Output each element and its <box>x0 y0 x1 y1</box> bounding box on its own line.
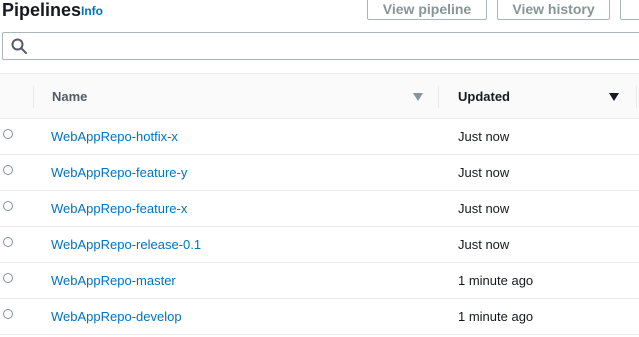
pipelines-table: Name Updated WebAppRepo-hotfix-x Just no… <box>0 73 639 335</box>
search-icon <box>11 38 27 54</box>
column-divider <box>33 86 34 108</box>
sort-caret-down-icon[interactable] <box>413 93 423 101</box>
page-title: Pipelines <box>2 0 82 20</box>
view-history-button[interactable]: View history <box>497 0 610 20</box>
table-header: Name Updated <box>0 73 639 119</box>
pipelines-page: Pipelines Info View pipeline View histor… <box>0 0 639 337</box>
pipeline-name-link[interactable]: WebAppRepo-hotfix-x <box>51 128 178 146</box>
row-select-radio[interactable] <box>3 201 13 211</box>
updated-cell: 1 minute ago <box>458 309 534 324</box>
search-bar[interactable] <box>2 32 639 60</box>
sort-caret-down-icon[interactable] <box>609 93 619 101</box>
column-divider <box>636 86 637 108</box>
pipeline-name-link[interactable]: WebAppRepo-release-0.1 <box>51 236 201 254</box>
table-row: WebAppRepo-develop 1 minute ago <box>0 299 639 335</box>
row-select-radio[interactable] <box>3 165 13 175</box>
page-header: Pipelines Info View pipeline View histor… <box>0 0 639 28</box>
column-divider <box>438 86 439 108</box>
info-link[interactable]: Info <box>81 3 103 19</box>
column-header-name[interactable]: Name <box>52 88 87 106</box>
search-input[interactable] <box>33 35 637 59</box>
pipeline-name-link[interactable]: WebAppRepo-develop <box>51 308 182 326</box>
row-select-radio[interactable] <box>3 237 13 247</box>
table-row: WebAppRepo-feature-y Just now <box>0 155 639 191</box>
pipeline-name-link[interactable]: WebAppRepo-feature-x <box>51 200 187 218</box>
updated-cell: Just now <box>458 201 510 216</box>
updated-cell: 1 minute ago <box>458 273 534 288</box>
table-row: WebAppRepo-hotfix-x Just now <box>0 119 639 155</box>
table-row: WebAppRepo-release-0.1 Just now <box>0 227 639 263</box>
pipeline-name-link[interactable]: WebAppRepo-feature-y <box>51 164 187 182</box>
column-header-updated[interactable]: Updated <box>458 88 510 106</box>
table-row: WebAppRepo-feature-x Just now <box>0 191 639 227</box>
more-actions-button[interactable] <box>620 0 639 20</box>
pipeline-name-link[interactable]: WebAppRepo-master <box>51 272 176 290</box>
updated-cell: Just now <box>458 237 510 252</box>
updated-cell: Just now <box>458 165 510 180</box>
row-select-radio[interactable] <box>3 273 13 283</box>
updated-cell: Just now <box>458 129 510 144</box>
row-select-radio[interactable] <box>3 129 13 139</box>
row-select-radio[interactable] <box>3 309 13 319</box>
view-pipeline-button[interactable]: View pipeline <box>367 0 487 20</box>
table-row: WebAppRepo-master 1 minute ago <box>0 263 639 299</box>
